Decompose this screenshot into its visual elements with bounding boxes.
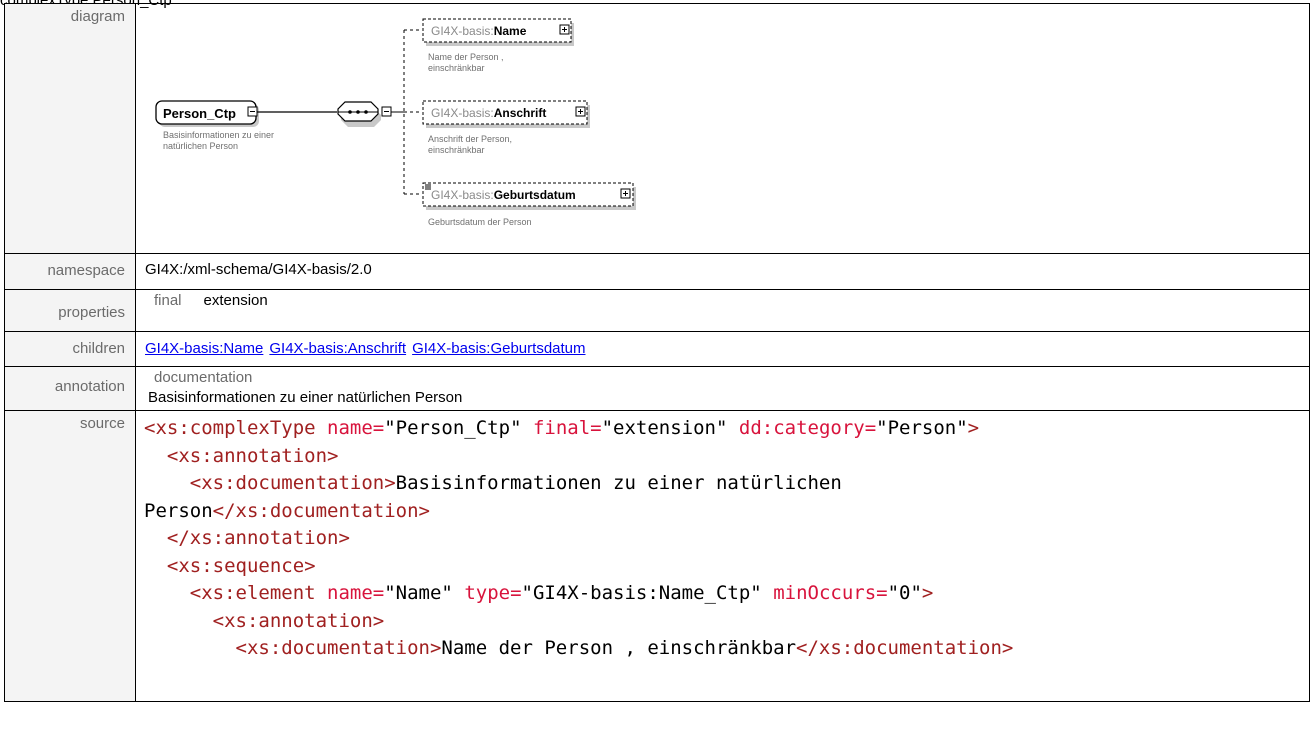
annotation-key: documentation	[154, 369, 253, 386]
source-token: </xs:documentation>	[796, 637, 1014, 659]
source-token: <xs:annotation>	[144, 609, 385, 632]
source-token: <xs:element	[144, 582, 328, 604]
sequence-collapse-icon[interactable]	[381, 106, 392, 117]
root-element-name: Person_Ctp	[163, 106, 236, 121]
source-token: Name der Person , einschränkbar	[441, 637, 797, 659]
source-token: "0"	[887, 582, 922, 604]
source-token: Person	[144, 499, 213, 522]
expand-icon[interactable]	[620, 188, 631, 199]
child-name-doc-line1: Name der Person ,	[428, 52, 504, 62]
source-line: <xs:complexType name="Person_Ctp" final=…	[144, 415, 1309, 443]
child-geburtsdatum-doc-line1: Geburtsdatum der Person	[428, 217, 532, 227]
expand-icon[interactable]	[575, 106, 586, 117]
source-line: <xs:documentation>Basisinformationen zu …	[144, 470, 1309, 498]
source-token: name=	[327, 417, 385, 439]
annotation-label: annotation	[4, 366, 136, 411]
source-token: "Name"	[384, 582, 465, 604]
schema-diagram: Person_Ctp Basisinformationen zu einer n…	[155, 18, 636, 227]
source-token: "GI4X-basis:Name_Ctp"	[521, 582, 774, 604]
schema-doc-table: diagram Person_Ctp Basisinformationen zu…	[4, 3, 1310, 702]
source-line: <xs:sequence>	[144, 553, 1309, 581]
child-name-text: Name	[494, 24, 527, 38]
child-anschrift-doc-line2: einschränkbar	[428, 145, 485, 155]
source-code: <xs:complexType name="Person_Ctp" final=…	[136, 411, 1309, 663]
source-token: "Person_Ctp"	[384, 417, 533, 439]
source-label: source	[4, 410, 136, 702]
source-token: name=	[327, 582, 385, 604]
root-collapse-icon[interactable]	[247, 106, 258, 117]
sequence-compositor-icon[interactable]	[337, 101, 381, 127]
source-token: Basisinformationen zu einer natürlichen	[395, 472, 842, 494]
children-row: children GI4X-basis:Name GI4X-basis:Ansch…	[4, 331, 1310, 367]
source-token: </xs:annotation>	[144, 527, 350, 549]
child-connectors	[403, 29, 422, 195]
source-token: <xs:annotation>	[144, 444, 339, 467]
child-name-label: GI4X-basis:Name	[431, 24, 527, 38]
source-token: >	[967, 417, 980, 439]
source-token: "extension"	[601, 417, 739, 439]
source-line: </xs:annotation>	[144, 525, 1309, 553]
root-element-box[interactable]: Person_Ctp	[155, 100, 259, 127]
child-geburtsdatum-label: GI4X-basis:Geburtsdatum	[431, 188, 576, 202]
source-token: final=	[532, 417, 602, 439]
child-name-prefix: GI4X-basis:	[431, 24, 494, 38]
property-value: extension	[203, 292, 268, 309]
child-anschrift-label: GI4X-basis:Anschrift	[431, 106, 546, 120]
source-row: source <xs:complexType name="Person_Ctp"…	[4, 410, 1310, 702]
root-doc-line2: natürlichen Person	[163, 141, 238, 151]
annotation-value: Basisinformationen zu einer natürlichen …	[148, 389, 463, 406]
annotation-row: annotation documentation Basisinformatio…	[4, 366, 1310, 411]
source-token: >	[921, 582, 934, 604]
child-geburtsdatum-text: Geburtsdatum	[494, 188, 576, 202]
source-token: <xs:documentation>	[144, 472, 396, 494]
annotation-block: documentation Basisinformationen zu eine…	[136, 367, 1309, 406]
child-link-geburtsdatum[interactable]: GI4X-basis:Geburtsdatum	[412, 340, 585, 357]
child-anschrift-doc-line1: Anschrift der Person,	[428, 134, 512, 144]
source-token: <xs:documentation>	[144, 637, 442, 659]
source-token: <xs:complexType	[144, 417, 328, 439]
source-token: minOccurs=	[773, 582, 888, 604]
namespace-value: GI4X:/xml-schema/GI4X-basis/2.0	[145, 261, 372, 278]
children-label: children	[4, 331, 136, 367]
children-links: GI4X-basis:Name GI4X-basis:Anschrift GI4X-…	[136, 332, 1309, 357]
source-token: </xs:documentation>	[212, 499, 430, 522]
expand-icon[interactable]	[559, 24, 570, 35]
source-line: <xs:documentation>Name der Person , eins…	[144, 635, 1309, 663]
source-line: <xs:element name="Name" type="GI4X-basis…	[144, 580, 1309, 608]
diagram-cell: Person_Ctp Basisinformationen zu einer n…	[135, 3, 1310, 254]
child-link-name[interactable]: GI4X-basis:Name	[145, 340, 263, 357]
property-key: final	[154, 292, 182, 309]
source-line: Person</xs:documentation>	[144, 498, 1309, 526]
source-line: <xs:annotation>	[144, 608, 1309, 636]
source-line: <xs:annotation>	[144, 443, 1309, 471]
namespace-row: namespace GI4X:/xml-schema/GI4X-basis/2.…	[4, 253, 1310, 290]
child-element-anschrift[interactable]: GI4X-basis:Anschrift	[422, 100, 590, 128]
root-doc-line1: Basisinformationen zu einer	[163, 130, 274, 140]
child-geburtsdatum-prefix: GI4X-basis:	[431, 188, 494, 202]
child-link-anschrift[interactable]: GI4X-basis:Anschrift	[269, 340, 406, 357]
diagram-label: diagram	[4, 3, 136, 254]
child-element-name[interactable]: GI4X-basis:Name	[422, 18, 574, 46]
source-token: type=	[464, 582, 522, 604]
child-element-geburtsdatum[interactable]: GI4X-basis:Geburtsdatum	[422, 182, 636, 210]
source-token: dd:category=	[738, 417, 877, 439]
properties-row: properties final extension	[4, 289, 1310, 332]
child-name-doc-line2: einschränkbar	[428, 63, 485, 73]
child-anschrift-text: Anschrift	[494, 106, 547, 120]
child-anschrift-prefix: GI4X-basis:	[431, 106, 494, 120]
source-token: <xs:sequence>	[144, 554, 316, 577]
diagram-row: diagram Person_Ctp Basisinformationen zu…	[4, 3, 1310, 254]
source-token: "Person"	[876, 417, 968, 439]
properties-list: final extension	[136, 290, 1309, 309]
properties-label: properties	[4, 289, 136, 332]
namespace-label: namespace	[4, 253, 136, 290]
